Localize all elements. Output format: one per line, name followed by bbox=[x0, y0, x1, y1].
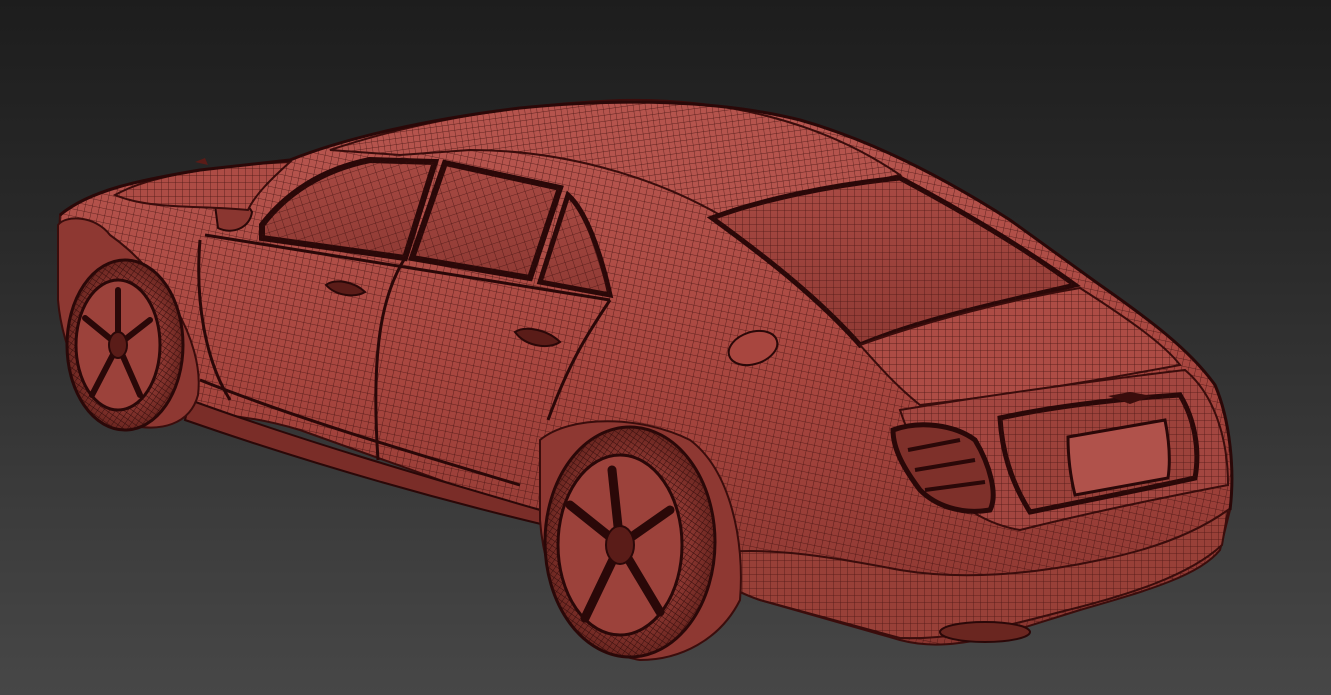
car-wireframe-render bbox=[57, 98, 1234, 662]
3d-viewport[interactable] bbox=[0, 0, 1331, 695]
